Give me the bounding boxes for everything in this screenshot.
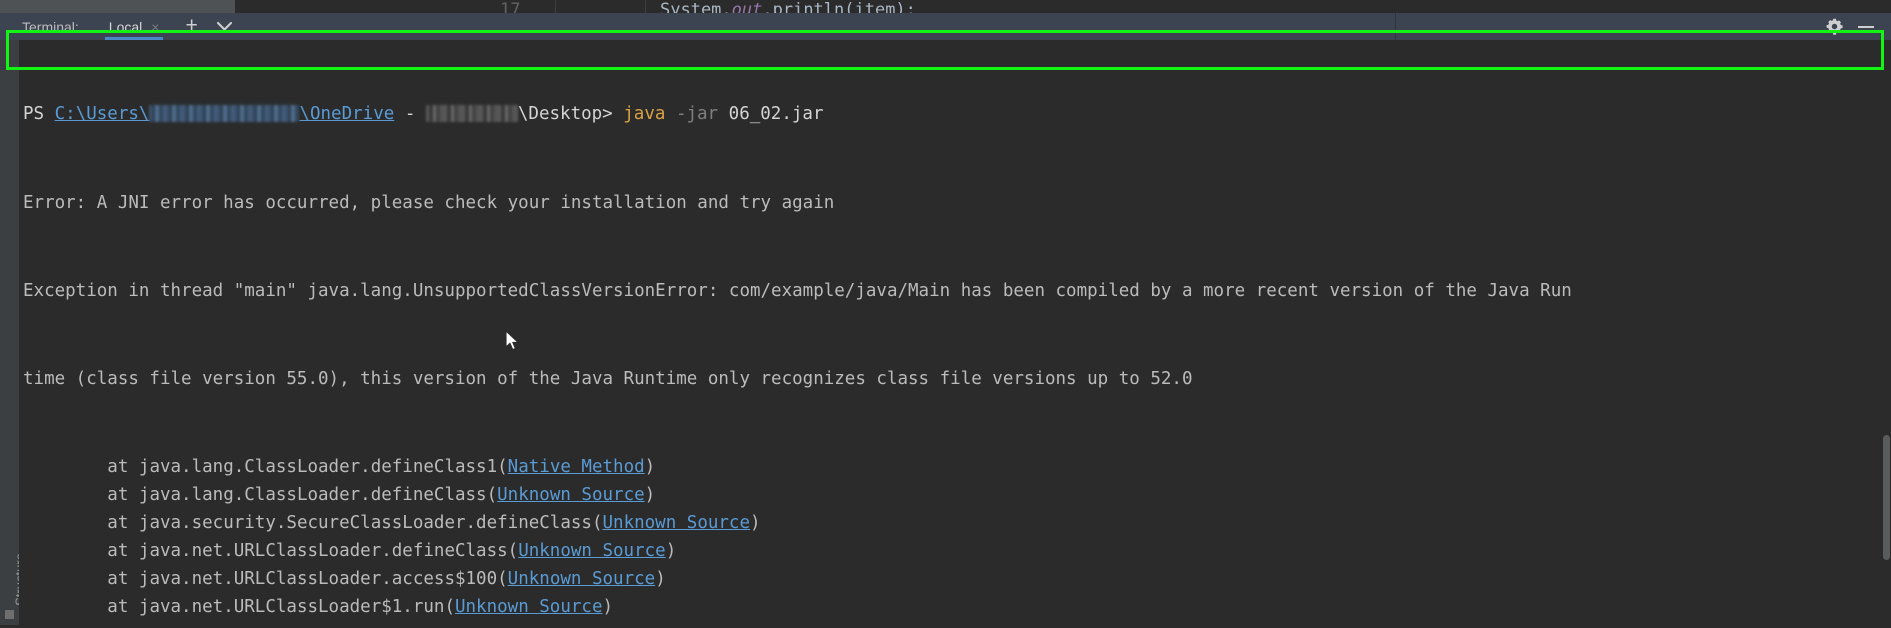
stack-frame-text: java.lang.ClassLoader.defineClass1( — [138, 457, 508, 477]
stack-frame-text: java.net.URLClassLoader.access$100( — [138, 569, 508, 589]
stack-indent: at — [23, 513, 139, 533]
stack-frame-text: java.net.URLClassLoader$1.run( — [138, 597, 455, 617]
stack-frame-tail: ) — [665, 541, 677, 561]
terminal-output-area[interactable]: PS C:\Users\ \OneDrive - \Desktop> java -… — [19, 40, 1891, 625]
stack-frame-tail: ) — [602, 597, 614, 617]
close-icon[interactable]: × — [151, 19, 159, 35]
stack-source-link[interactable]: Unknown Source — [603, 513, 751, 533]
stack-source-link[interactable]: Native Method — [508, 457, 645, 477]
stack-indent: at — [23, 485, 139, 505]
stack-trace-row: at java.net.URLClassLoader$1.run(Unknown… — [19, 593, 1891, 621]
stack-frame-tail: ) — [655, 569, 666, 589]
add-terminal-icon[interactable]: + — [185, 15, 197, 39]
terminal-label: Terminal: — [22, 18, 79, 35]
mouse-cursor-icon — [505, 330, 520, 356]
stack-trace-row: at java.net.URLClassLoader.defineClass(U… — [19, 537, 1891, 565]
redacted-organization — [425, 105, 518, 122]
output-exception-line-2: time (class file version 55.0), this ver… — [19, 365, 1891, 393]
terminal-prompt-line: PS C:\Users\ \OneDrive - \Desktop> java -… — [19, 100, 1891, 129]
terminal-header-left: Terminal: Local × + — [0, 13, 233, 40]
stack-frame-tail: ) — [644, 457, 656, 477]
prompt-dash: - — [394, 104, 426, 124]
stack-frame-text: java.security.SecureClassLoader.defineCl… — [138, 513, 603, 533]
minimize-icon[interactable] — [1857, 21, 1875, 33]
exception-text-1: Exception in thread "main" java.lang.Uns… — [23, 281, 1572, 301]
stack-trace-row: at java.lang.ClassLoader.defineClass1(Na… — [19, 453, 1891, 481]
terminal-scrollbar-track[interactable] — [1882, 40, 1891, 625]
stack-indent: at — [23, 457, 139, 477]
command-argument: 06_02.jar — [728, 104, 824, 124]
stack-trace-row: at java.net.URLClassLoader$1.run(Unknown… — [19, 621, 1891, 625]
redacted-username — [149, 105, 300, 122]
stack-frame-tail: ) — [644, 485, 656, 505]
command-name: java — [623, 104, 666, 124]
structure-marker-icon — [5, 610, 14, 619]
stack-indent: at — [23, 569, 139, 589]
exception-text-2: time (class file version 55.0), this ver… — [23, 369, 1193, 389]
terminal-header-right — [1826, 13, 1891, 40]
terminal-tab-local[interactable]: Local × — [104, 13, 164, 40]
stack-trace-row: at java.lang.ClassLoader.defineClass(Unk… — [19, 481, 1891, 509]
stack-source-link[interactable]: Unknown Source — [455, 597, 603, 617]
stack-source-link[interactable]: Unknown Source — [518, 541, 666, 561]
stack-frame-text: java.net.URLClassLoader.defineClass( — [138, 541, 519, 561]
header-separator — [1395, 13, 1396, 40]
structure-tool-strip[interactable]: Structure — [0, 40, 28, 625]
prompt-path-onedrive[interactable]: \OneDrive — [299, 104, 394, 124]
stack-trace-list: at java.lang.ClassLoader.defineClass1(Na… — [19, 453, 1891, 625]
stack-frame-text: java.lang.ClassLoader.defineClass( — [138, 485, 498, 505]
output-error-line: Error: A JNI error has occurred, please … — [19, 189, 1891, 217]
stack-trace-row: at java.security.SecureClassLoader.defin… — [19, 509, 1891, 537]
stack-source-link[interactable]: Unknown Source — [508, 569, 656, 589]
stack-indent: at — [23, 541, 139, 561]
prompt-desktop: \Desktop> — [517, 104, 624, 124]
stack-trace-row: at java.net.URLClassLoader.access$100(Un… — [19, 565, 1891, 593]
editor-tab-sliver[interactable] — [0, 0, 235, 13]
terminal-lines: PS C:\Users\ \OneDrive - \Desktop> java -… — [19, 40, 1891, 625]
stack-source-link[interactable]: Unknown Source — [497, 485, 645, 505]
prompt-ps: PS — [23, 104, 45, 124]
error-text: Error: A JNI error has occurred, please … — [23, 193, 835, 213]
terminal-tab-label: Local — [108, 18, 143, 35]
gear-icon[interactable] — [1826, 18, 1843, 35]
terminal-scrollbar-thumb[interactable] — [1883, 435, 1890, 560]
command-flag: -jar — [675, 104, 719, 124]
stack-frame-tail: ) — [750, 513, 761, 533]
chevron-down-icon[interactable] — [216, 21, 233, 32]
prompt-path-users[interactable]: C:\Users\ — [55, 104, 150, 124]
stack-indent: at — [23, 597, 139, 617]
terminal-header-bar: Terminal: Local × + — [0, 13, 1891, 40]
output-exception-line-1: Exception in thread "main" java.lang.Uns… — [19, 277, 1891, 305]
